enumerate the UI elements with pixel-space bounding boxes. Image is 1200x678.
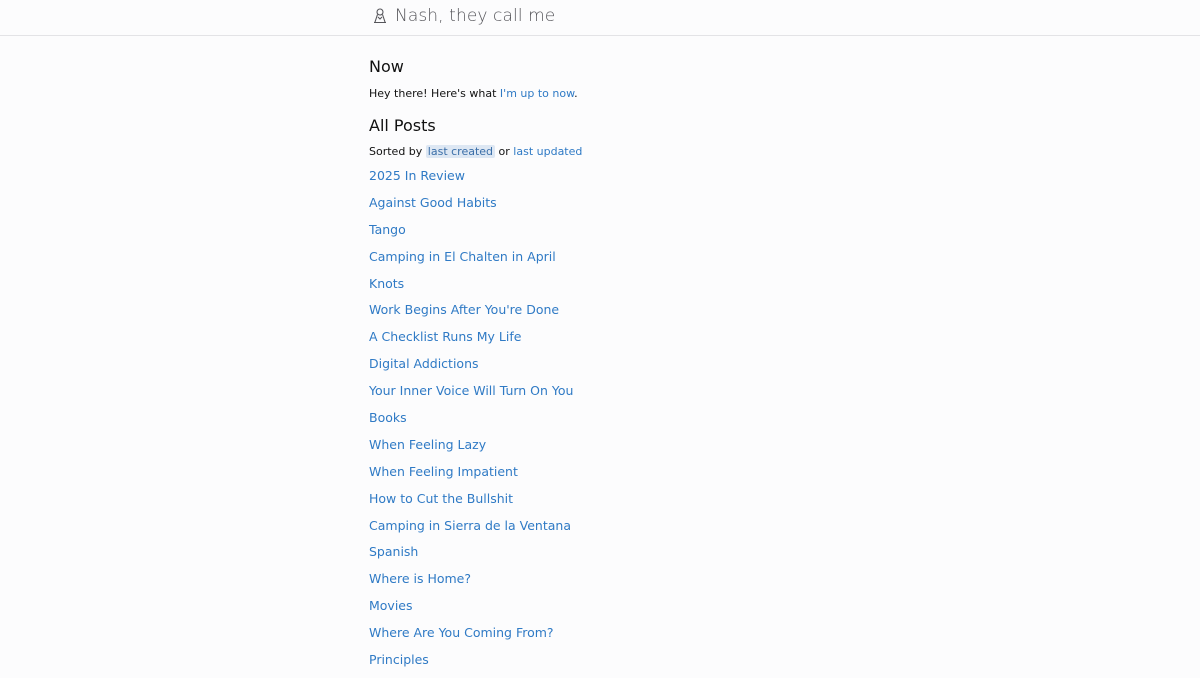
post-link[interactable]: Camping in Sierra de la Ventana	[369, 518, 571, 533]
now-link[interactable]: I'm up to now	[500, 87, 574, 100]
list-item: Movies	[369, 597, 829, 624]
now-intro: Hey there! Here's what I'm up to now.	[369, 87, 829, 100]
now-trailing: .	[574, 87, 578, 100]
post-link[interactable]: Tango	[369, 222, 406, 237]
main-content: Now Hey there! Here's what I'm up to now…	[369, 36, 829, 678]
list-item: How to Cut the Bullshit	[369, 490, 829, 517]
post-link[interactable]: 2025 In Review	[369, 168, 465, 183]
list-item: 2025 In Review	[369, 167, 829, 194]
post-link[interactable]: Digital Addictions	[369, 356, 479, 371]
post-link[interactable]: Movies	[369, 598, 413, 613]
list-item: Against Good Habits	[369, 194, 829, 221]
list-item: A Checklist Runs My Life	[369, 328, 829, 355]
post-link[interactable]: When Feeling Lazy	[369, 437, 486, 452]
sort-last-updated[interactable]: last updated	[513, 145, 582, 158]
posts-list: 2025 In Review Against Good Habits Tango…	[369, 167, 829, 678]
post-link[interactable]: Camping in El Chalten in April	[369, 249, 556, 264]
site-header: Nash, they call me	[0, 0, 1200, 36]
post-link[interactable]: Knots	[369, 276, 404, 291]
camper-icon	[371, 7, 389, 25]
post-link[interactable]: Against Good Habits	[369, 195, 497, 210]
sort-controls: Sorted by last created or last updated	[369, 145, 829, 158]
post-link[interactable]: A Checklist Runs My Life	[369, 329, 521, 344]
post-link[interactable]: Spanish	[369, 544, 418, 559]
list-item: Work Begins After You're Done	[369, 301, 829, 328]
list-item: Camping in El Chalten in April	[369, 248, 829, 275]
list-item: Knots	[369, 275, 829, 302]
list-item: Principles	[369, 651, 829, 678]
list-item: When Feeling Lazy	[369, 436, 829, 463]
all-posts-heading: All Posts	[369, 116, 436, 135]
post-link[interactable]: Where is Home?	[369, 571, 471, 586]
post-link[interactable]: Principles	[369, 652, 429, 667]
sort-prefix: Sorted by	[369, 145, 426, 158]
list-item: Camping in Sierra de la Ventana	[369, 517, 829, 544]
now-heading: Now	[369, 57, 404, 76]
sort-or: or	[495, 145, 514, 158]
post-link[interactable]: When Feeling Impatient	[369, 464, 518, 479]
list-item: Digital Addictions	[369, 355, 829, 382]
list-item: When Feeling Impatient	[369, 463, 829, 490]
sort-last-created[interactable]: last created	[425, 145, 496, 158]
site-title: Nash, they call me	[395, 6, 556, 26]
list-item: Spanish	[369, 543, 829, 570]
list-item: Where Are You Coming From?	[369, 624, 829, 651]
list-item: Where is Home?	[369, 570, 829, 597]
list-item: Your Inner Voice Will Turn On You	[369, 382, 829, 409]
list-item: Books	[369, 409, 829, 436]
now-intro-text: Hey there! Here's what	[369, 87, 500, 100]
post-link[interactable]: Books	[369, 410, 407, 425]
post-link[interactable]: Where Are You Coming From?	[369, 625, 554, 640]
post-link[interactable]: Work Begins After You're Done	[369, 302, 559, 317]
post-link[interactable]: Your Inner Voice Will Turn On You	[369, 383, 573, 398]
home-link[interactable]: Nash, they call me	[371, 6, 555, 26]
list-item: Tango	[369, 221, 829, 248]
post-link[interactable]: How to Cut the Bullshit	[369, 491, 513, 506]
